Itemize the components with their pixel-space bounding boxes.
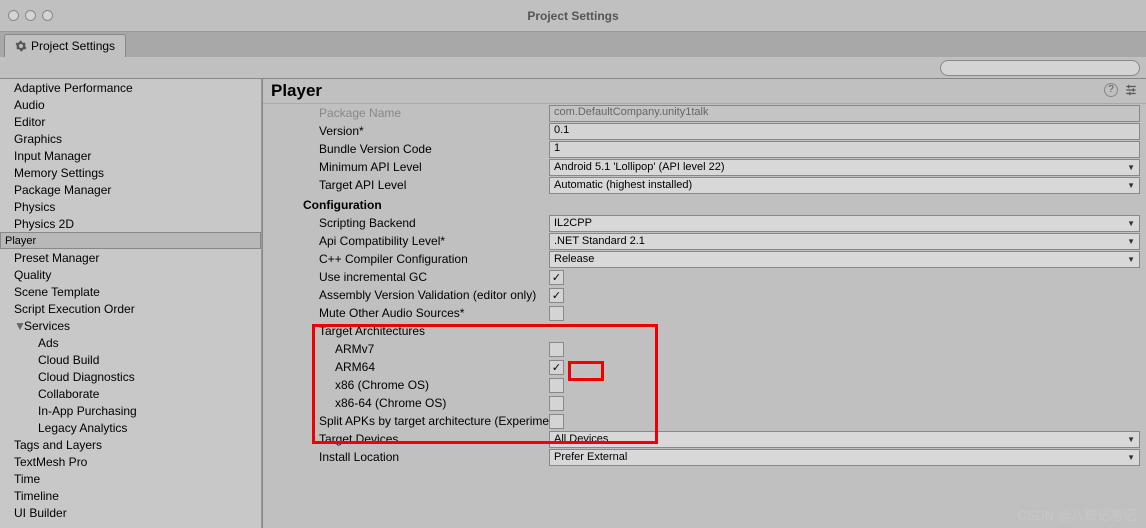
sidebar-item-timeline[interactable]: Timeline [0,487,261,504]
cpp-compiler-config-label: C++ Compiler Configuration [319,252,549,266]
sidebar-item-legacy-analytics[interactable]: Legacy Analytics [0,419,261,436]
sidebar-item-quality[interactable]: Quality [0,266,261,283]
sidebar-item-time[interactable]: Time [0,470,261,487]
api-compatibility-level-label: Api Compatibility Level* [319,234,549,248]
tab-label: Project Settings [31,39,115,53]
bundle-version-code-field[interactable]: 1 [549,141,1140,158]
main-header: Player ? [263,79,1146,104]
install-location-label: Install Location [319,450,549,464]
minimize-window-button[interactable] [25,10,36,21]
target-devices-dropdown[interactable]: All Devices▼ [549,431,1140,448]
sidebar-item-memory-settings[interactable]: Memory Settings [0,164,261,181]
sidebar-item-textmesh-pro[interactable]: TextMesh Pro [0,453,261,470]
sidebar-item-cloud-build[interactable]: Cloud Build [0,351,261,368]
install-location-dropdown[interactable]: Prefer External▼ [549,449,1140,466]
armv7-checkbox[interactable] [549,342,564,357]
chevron-down-icon: ▼ [14,319,22,333]
version-label: Version* [319,124,549,138]
sidebar-item-physics-2d[interactable]: Physics 2D [0,215,261,232]
tab-bar: Project Settings [0,32,1146,57]
x86-64-checkbox[interactable] [549,396,564,411]
sidebar-item-editor[interactable]: Editor [0,113,261,130]
sidebar-item-input-manager[interactable]: Input Manager [0,147,261,164]
sidebar-item-preset-manager[interactable]: Preset Manager [0,249,261,266]
chevron-down-icon: ▼ [1127,237,1135,246]
close-window-button[interactable] [8,10,19,21]
scripting-backend-label: Scripting Backend [319,216,549,230]
chevron-down-icon: ▼ [1127,163,1135,172]
mute-other-audio-sources-label: Mute Other Audio Sources* [319,306,549,320]
version-field[interactable]: 0.1 [549,123,1140,140]
watermark: CSDN @八哥记笔记 [1017,505,1136,524]
chevron-down-icon: ▼ [1127,453,1135,462]
window-title: Project Settings [0,0,1146,32]
use-incremental-gc-checkbox[interactable]: ✓ [549,270,564,285]
gear-icon [15,40,27,52]
x86-checkbox[interactable] [549,378,564,393]
cpp-compiler-config-dropdown[interactable]: Release▼ [549,251,1140,268]
sidebar-item-tags-and-layers[interactable]: Tags and Layers [0,436,261,453]
sidebar-item-collaborate[interactable]: Collaborate [0,385,261,402]
split-apks-checkbox[interactable] [549,414,564,429]
sidebar-resize-handle[interactable] [259,79,263,528]
target-api-level-dropdown[interactable]: Automatic (highest installed)▼ [549,177,1140,194]
chevron-down-icon: ▼ [1127,435,1135,444]
target-architectures-label: Target Architectures [319,324,549,338]
sidebar-item-player[interactable]: Player [0,232,261,249]
sliders-icon [1124,83,1138,97]
target-devices-label: Target Devices [319,432,549,446]
sidebar: Adaptive Performance Audio Editor Graphi… [0,79,263,528]
sidebar-item-adaptive-performance[interactable]: Adaptive Performance [0,79,261,96]
sidebar-item-services[interactable]: ▼Services [0,317,261,334]
x86-label: x86 (Chrome OS) [335,378,549,392]
sidebar-item-script-execution-order[interactable]: Script Execution Order [0,300,261,317]
api-compatibility-level-dropdown[interactable]: .NET Standard 2.1▼ [549,233,1140,250]
bundle-version-code-label: Bundle Version Code [319,142,549,156]
maximize-window-button[interactable] [42,10,53,21]
scripting-backend-dropdown[interactable]: IL2CPP▼ [549,215,1140,232]
chevron-down-icon: ▼ [1127,181,1135,190]
x86-64-label: x86-64 (Chrome OS) [335,396,549,410]
chevron-down-icon: ▼ [1127,255,1135,264]
arm64-checkbox[interactable]: ✓ [549,360,564,375]
traffic-lights [8,10,53,21]
toolbar: 🔍 [0,57,1146,79]
sidebar-item-physics[interactable]: Physics [0,198,261,215]
target-api-level-label: Target API Level [319,178,549,192]
help-button[interactable]: ? [1104,83,1118,97]
use-incremental-gc-label: Use incremental GC [319,270,549,284]
tab-project-settings[interactable]: Project Settings [4,34,126,57]
page-title: Player [271,81,322,101]
package-name-label: Package Name [319,106,549,120]
minimum-api-level-dropdown[interactable]: Android 5.1 'Lollipop' (API level 22)▼ [549,159,1140,176]
sidebar-item-in-app-purchasing[interactable]: In-App Purchasing [0,402,261,419]
sidebar-item-audio[interactable]: Audio [0,96,261,113]
mute-other-audio-sources-checkbox[interactable] [549,306,564,321]
sidebar-item-package-manager[interactable]: Package Manager [0,181,261,198]
chevron-down-icon: ▼ [1127,219,1135,228]
armv7-label: ARMv7 [335,342,549,356]
main-panel: Player ? Package Name com.DefaultCompany… [263,79,1146,528]
search-input[interactable] [940,60,1140,76]
window-titlebar: Project Settings [0,0,1146,32]
arm64-label: ARM64 [335,360,549,374]
sidebar-item-ads[interactable]: Ads [0,334,261,351]
sidebar-item-graphics[interactable]: Graphics [0,130,261,147]
sidebar-item-scene-template[interactable]: Scene Template [0,283,261,300]
sidebar-item-ui-builder[interactable]: UI Builder [0,504,261,521]
minimum-api-level-label: Minimum API Level [319,160,549,174]
package-name-field[interactable]: com.DefaultCompany.unity1talk [549,105,1140,122]
preset-button[interactable] [1124,83,1138,100]
sidebar-item-cloud-diagnostics[interactable]: Cloud Diagnostics [0,368,261,385]
configuration-section-label: Configuration [303,194,1140,214]
assembly-version-validation-checkbox[interactable]: ✓ [549,288,564,303]
